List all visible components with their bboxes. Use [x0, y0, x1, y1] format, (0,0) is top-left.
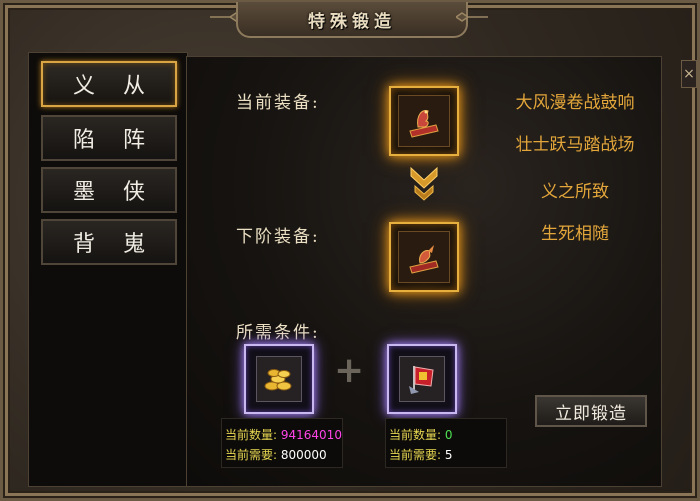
war-banner-phoenix-icon	[398, 231, 450, 283]
attribute-line-4: 生死相随	[541, 224, 609, 244]
plus-icon: +	[334, 350, 365, 391]
need-key: 当前需要:	[225, 448, 278, 462]
gold-coins-icon	[256, 356, 302, 402]
title-plate: 特殊锻造	[236, 2, 468, 38]
upgrade-arrow-icon	[410, 166, 438, 201]
need-value: 5	[444, 448, 453, 462]
category-sidebar: 义从 陷阵 墨侠 背嵬	[28, 52, 188, 487]
qty-key: 当前数量:	[389, 428, 442, 442]
current-equipment-label: 当前装备:	[236, 93, 320, 113]
material-qty-row: 当前数量: 94164010	[225, 425, 342, 445]
sidebar-item-xianzhen[interactable]: 陷阵	[41, 115, 177, 161]
material-qty-row: 当前数量: 0	[389, 425, 506, 445]
next-equipment-label: 下阶装备:	[236, 227, 320, 247]
title-ornament-right-icon	[456, 12, 488, 22]
current-equipment-slot[interactable]	[389, 86, 459, 156]
red-flag-token-icon	[399, 356, 445, 402]
close-button[interactable]: ×	[681, 60, 697, 88]
attribute-line-3: 义之所致	[541, 182, 609, 202]
material-info-flag: 当前数量: 0 当前需要: 5	[385, 418, 507, 468]
attribute-line-2: 壮士跃马踏战场	[515, 135, 635, 155]
next-equipment-slot[interactable]	[389, 222, 459, 292]
need-key: 当前需要:	[389, 448, 442, 462]
material-info-gold: 当前数量: 94164010 当前需要: 800000	[221, 418, 343, 468]
requirements-label: 所需条件:	[236, 323, 320, 343]
sidebar-item-yicong[interactable]: 义从	[41, 61, 177, 107]
qty-value: 0	[444, 428, 453, 442]
qty-key: 当前数量:	[225, 428, 278, 442]
forge-now-button[interactable]: 立即锻造	[535, 395, 647, 427]
material-need-row: 当前需要: 5	[389, 445, 506, 465]
material-slot-gold[interactable]	[244, 344, 314, 414]
war-banner-dragon-icon	[398, 95, 450, 147]
need-value: 800000	[280, 448, 327, 462]
material-need-row: 当前需要: 800000	[225, 445, 342, 465]
attribute-line-1: 大风漫卷战鼓响	[515, 93, 635, 113]
sidebar-item-beiwei[interactable]: 背嵬	[41, 219, 177, 265]
sidebar-item-moxia[interactable]: 墨侠	[41, 167, 177, 213]
window-title: 特殊锻造	[308, 11, 396, 32]
material-slot-flag[interactable]	[387, 344, 457, 414]
qty-value: 94164010	[280, 428, 342, 442]
